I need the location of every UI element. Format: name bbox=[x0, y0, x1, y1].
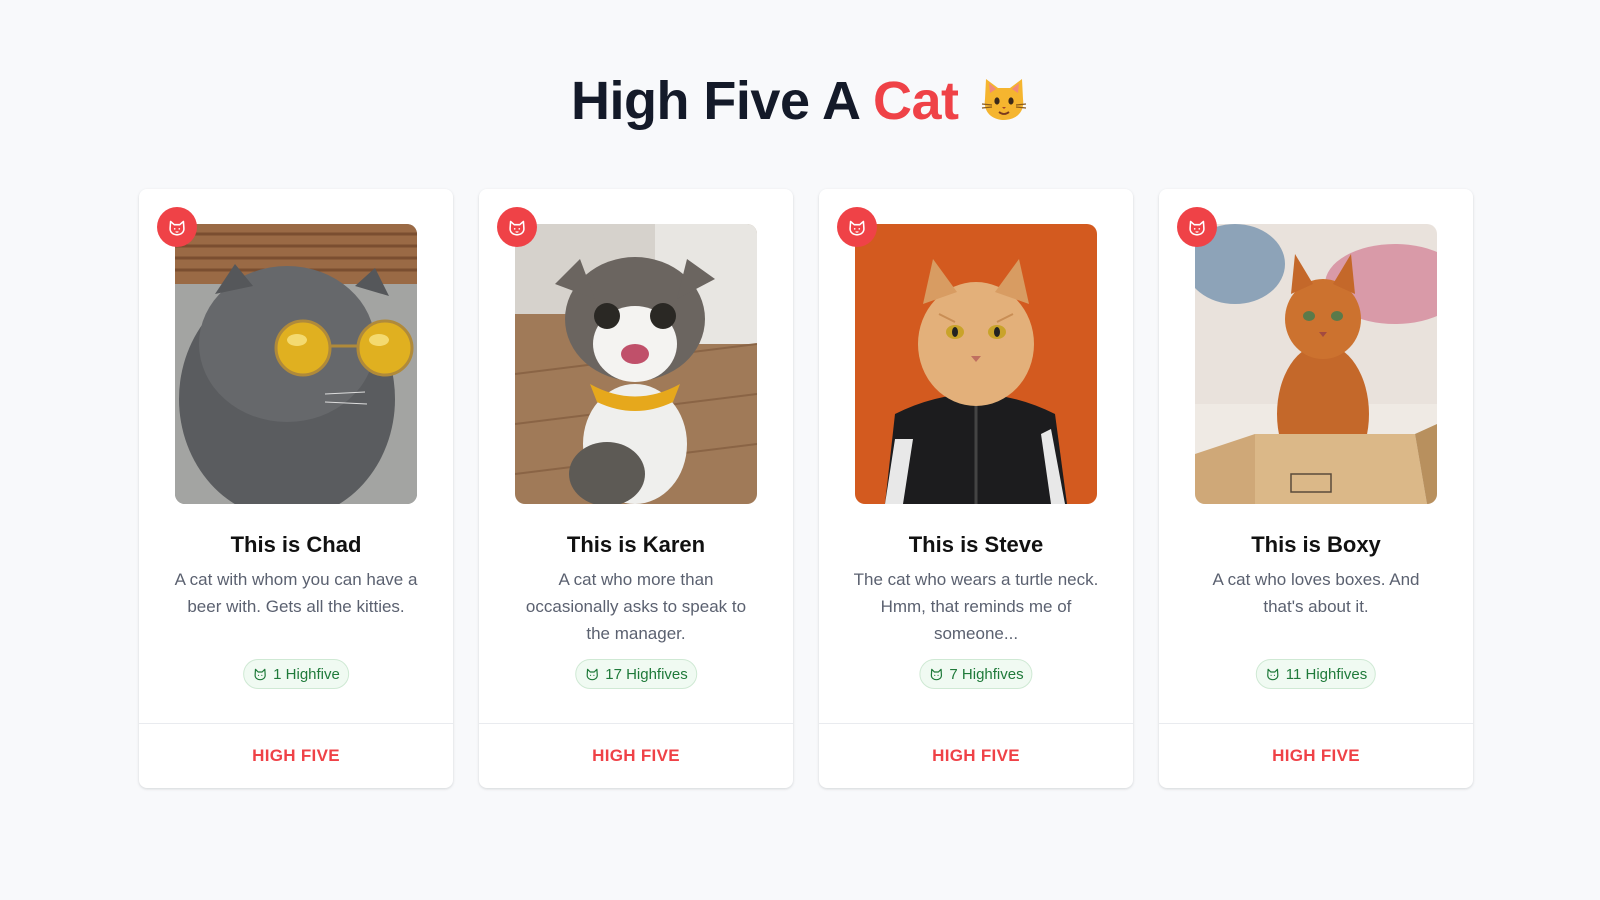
cat-outline-icon bbox=[254, 668, 266, 681]
title-prefix: High Five A bbox=[570, 71, 859, 131]
high-five-button[interactable]: HIGH FIVE bbox=[819, 724, 1133, 788]
title-accent: Cat bbox=[873, 71, 959, 131]
cat-photo-boxy bbox=[1195, 224, 1437, 504]
cat-description: A cat who loves boxes. And that's about … bbox=[1212, 570, 1420, 616]
highfive-count-badge: 1 Highfive bbox=[243, 659, 349, 689]
cat-photo-steve bbox=[855, 224, 1097, 504]
highfive-count: 17 Highfives bbox=[605, 665, 688, 683]
cat-name: This is Steve bbox=[908, 532, 1044, 557]
high-five-button[interactable]: HIGH FIVE bbox=[479, 724, 793, 788]
cat-name: This is Boxy bbox=[1251, 532, 1381, 557]
cat-badge-icon bbox=[837, 207, 877, 247]
cat-badge-icon bbox=[157, 207, 197, 247]
cat-description: A cat with whom you can have a beer with… bbox=[174, 570, 418, 616]
cat-description: A cat who more than occasionally asks to… bbox=[525, 570, 747, 643]
cat-card: This is Boxy A cat who loves boxes. And … bbox=[1159, 189, 1473, 788]
cat-card: This is Karen A cat who more than occasi… bbox=[479, 189, 793, 788]
highfive-count: 1 Highfive bbox=[273, 665, 340, 683]
cat-photo-karen bbox=[515, 224, 757, 504]
highfive-count-badge: 11 Highfives bbox=[1255, 659, 1377, 689]
page-title: High Five A Cat bbox=[0, 70, 1600, 132]
highfive-count-badge: 7 Highfives bbox=[919, 659, 1033, 689]
cat-badge-icon bbox=[1177, 207, 1217, 247]
cat-photo-chad bbox=[175, 224, 417, 504]
cat-outline-icon bbox=[1267, 668, 1279, 681]
cat-name: This is Chad bbox=[230, 532, 362, 557]
highfive-count-badge: 17 Highfives bbox=[575, 659, 697, 689]
cat-card: This is Chad A cat with whom you can hav… bbox=[139, 189, 453, 788]
cat-card: This is Steve The cat who wears a turtle… bbox=[819, 189, 1133, 788]
cat-outline-icon bbox=[586, 668, 598, 681]
cat-outline-icon bbox=[930, 668, 942, 681]
highfive-count: 7 Highfives bbox=[949, 665, 1024, 683]
cat-name: This is Karen bbox=[566, 532, 706, 557]
cat-badge-icon bbox=[497, 207, 537, 247]
cat-face-icon bbox=[979, 73, 1029, 123]
highfive-count: 11 Highfives bbox=[1285, 665, 1368, 683]
high-five-button[interactable]: HIGH FIVE bbox=[139, 724, 453, 788]
high-five-button[interactable]: HIGH FIVE bbox=[1159, 724, 1473, 788]
page: High Five A Cat This is Chad A cat with … bbox=[0, 0, 1600, 900]
cat-description: The cat who wears a turtle neck. Hmm, th… bbox=[853, 570, 1099, 643]
cat-card-list: This is Chad A cat with whom you can hav… bbox=[139, 189, 1473, 788]
